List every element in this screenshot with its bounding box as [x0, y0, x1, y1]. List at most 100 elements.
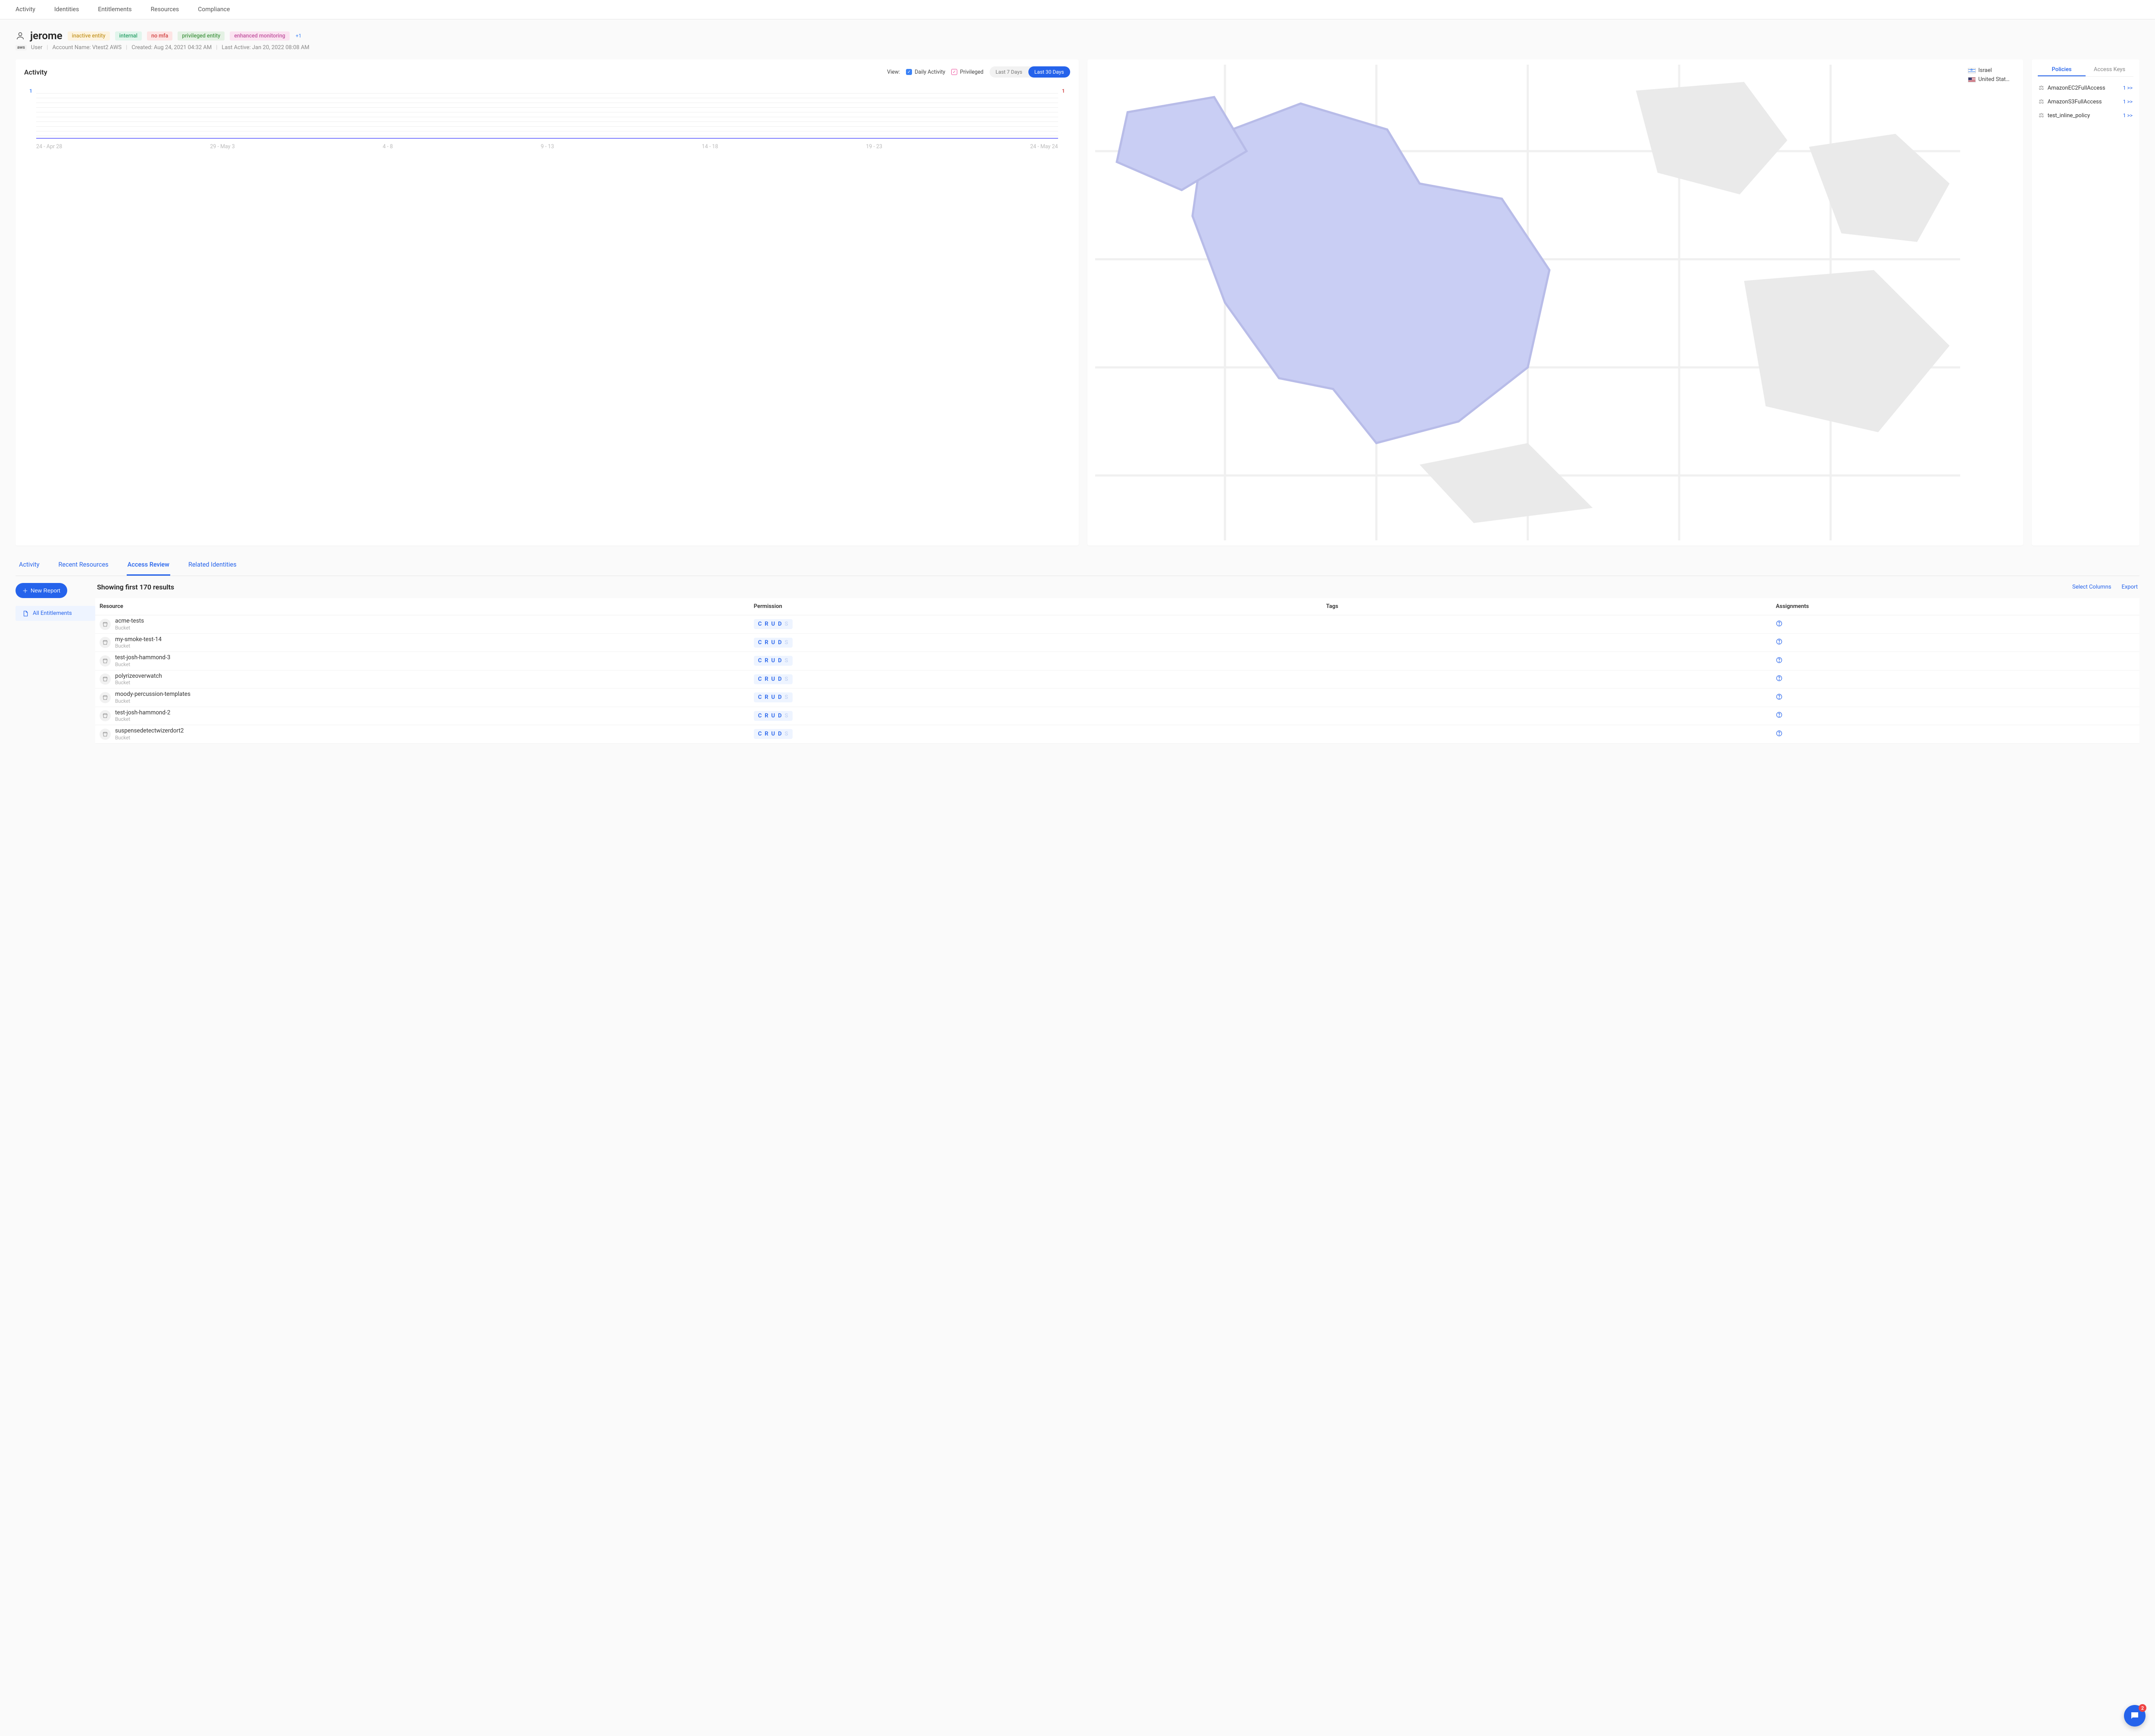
flag-israel-icon: [1968, 68, 1976, 73]
nav-resources[interactable]: Resources: [151, 0, 179, 19]
chart-y-left: 1: [29, 88, 32, 94]
resource-name: test-josh-hammond-3: [115, 655, 170, 661]
bucket-icon: [100, 655, 111, 667]
panel-activity: Activity View: ✓ Daily Activity ✓ Privil…: [16, 59, 1079, 545]
assignments-help-icon[interactable]: [1776, 658, 1783, 665]
policy-count-link[interactable]: 1 >>: [2123, 99, 2133, 105]
label-privileged: Privileged: [960, 69, 984, 75]
nav-activity[interactable]: Activity: [16, 0, 35, 19]
world-map[interactable]: [1095, 64, 1960, 541]
range-30-days[interactable]: Last 30 Days: [1028, 66, 1070, 78]
resource-name: suspensedetectwizerdort2: [115, 728, 184, 735]
tag-inactive-entity: inactive entity: [68, 31, 110, 41]
identity-last-active: Last Active: Jan 20, 2022 08:08 AM: [222, 44, 309, 51]
col-tags[interactable]: Tags: [1322, 598, 1771, 615]
table-row[interactable]: polyrizeoverwatch Bucket C R U D S: [95, 670, 2139, 689]
table-row[interactable]: my-smoke-test-14 Bucket C R U D S: [95, 633, 2139, 652]
col-permission[interactable]: Permission: [750, 598, 1322, 615]
checkbox-privileged[interactable]: ✓: [951, 69, 957, 75]
permission-badge[interactable]: C R U D S: [754, 638, 793, 648]
tag-internal: internal: [115, 31, 142, 41]
tab-related-identities[interactable]: Related Identities: [187, 555, 237, 576]
resource-name: test-josh-hammond-2: [115, 710, 170, 717]
new-report-button[interactable]: ＋ New Report: [16, 583, 67, 598]
resource-type: Bucket: [115, 679, 162, 686]
assignments-help-icon[interactable]: [1776, 621, 1783, 629]
provider-badge: aws: [16, 45, 27, 50]
sidebar-item-all-entitlements[interactable]: All Entitlements: [16, 606, 95, 621]
gavel-icon: ⚖: [2039, 84, 2044, 91]
tag-more[interactable]: +1: [296, 33, 302, 39]
flag-us-icon: [1968, 77, 1976, 82]
resource-type: Bucket: [115, 643, 162, 649]
chat-badge: 2: [2139, 1704, 2146, 1712]
user-icon: [16, 31, 25, 41]
col-assignments[interactable]: Assignments: [1771, 598, 2139, 615]
permission-badge[interactable]: C R U D S: [754, 619, 793, 629]
view-label: View:: [887, 69, 900, 75]
label-daily-activity: Daily Activity: [915, 69, 945, 75]
policy-row[interactable]: ⚖ AmazonS3FullAccess 1 >>: [2038, 95, 2133, 109]
assignments-help-icon[interactable]: [1776, 694, 1783, 702]
permission-badge[interactable]: C R U D S: [754, 656, 793, 666]
bucket-icon: [100, 673, 111, 685]
resource-type: Bucket: [115, 698, 191, 704]
chart-grid: [36, 93, 1058, 139]
tag-privileged-entity: privileged entity: [178, 31, 225, 41]
tag-no-mfa: no mfa: [147, 31, 172, 41]
tab-policies[interactable]: Policies: [2038, 64, 2086, 76]
identity-type: User: [31, 44, 42, 51]
resource-name: moody-percussion-templates: [115, 691, 191, 698]
permission-badge[interactable]: C R U D S: [754, 729, 793, 739]
tab-activity[interactable]: Activity: [18, 555, 40, 576]
identity-name: jerome: [30, 30, 62, 42]
tab-access-review[interactable]: Access Review: [127, 555, 170, 576]
country-item-united-states[interactable]: United Stat…: [1968, 76, 2015, 83]
policy-count-link[interactable]: 1 >>: [2123, 112, 2133, 118]
assignments-help-icon[interactable]: [1776, 639, 1783, 647]
table-row[interactable]: suspensedetectwizerdort2 Bucket C R U D …: [95, 725, 2139, 744]
bucket-icon: [100, 637, 111, 648]
permission-badge[interactable]: C R U D S: [754, 674, 793, 684]
tab-access-keys[interactable]: Access Keys: [2086, 64, 2133, 76]
activity-title: Activity: [24, 68, 47, 76]
resource-type: Bucket: [115, 735, 184, 741]
select-columns-link[interactable]: Select Columns: [2072, 584, 2111, 590]
policy-row[interactable]: ⚖ test_inline_policy 1 >>: [2038, 109, 2133, 122]
country-list: Israel United Stat…: [1968, 64, 2015, 541]
sidebar: ＋ New Report All Entitlements: [16, 583, 95, 744]
table-row[interactable]: acme-tests Bucket C R U D S: [95, 615, 2139, 634]
range-toggle: Last 7 Days Last 30 Days: [990, 66, 1070, 78]
resource-type: Bucket: [115, 716, 170, 722]
table-row[interactable]: test-josh-hammond-2 Bucket C R U D S: [95, 707, 2139, 725]
identity-account: Account Name: Vtest2 AWS: [53, 44, 122, 51]
permission-badge[interactable]: C R U D S: [754, 711, 793, 721]
assignments-help-icon[interactable]: [1776, 676, 1783, 683]
nav-identities[interactable]: Identities: [54, 0, 79, 19]
policy-row[interactable]: ⚖ AmazonEC2FullAccess 1 >>: [2038, 81, 2133, 95]
chart-y-right: 1: [1062, 88, 1065, 94]
assignments-help-icon[interactable]: [1776, 712, 1783, 720]
table-row[interactable]: moody-percussion-templates Bucket C R U …: [95, 689, 2139, 707]
policy-count-link[interactable]: 1 >>: [2123, 85, 2133, 91]
nav-compliance[interactable]: Compliance: [198, 0, 230, 19]
checkbox-daily-activity[interactable]: ✓: [906, 69, 912, 75]
tags-cell: [1322, 707, 1771, 725]
nav-entitlements[interactable]: Entitlements: [98, 0, 131, 19]
permission-badge[interactable]: C R U D S: [754, 692, 793, 702]
tab-recent-resources[interactable]: Recent Resources: [57, 555, 109, 576]
identity-subheader: aws User | Account Name: Vtest2 AWS | Cr…: [16, 44, 2139, 51]
activity-chart: 1 1 24 - Apr 28 29 - May 3 4 - 8 9 - 13 …: [24, 85, 1070, 150]
export-link[interactable]: Export: [2121, 584, 2138, 590]
chat-widget[interactable]: 2: [2124, 1705, 2146, 1727]
country-item-israel[interactable]: Israel: [1968, 67, 2015, 74]
results-title: Showing first 170 results: [97, 583, 174, 591]
panel-policies: Policies Access Keys ⚖ AmazonEC2FullAcce…: [2032, 59, 2139, 545]
table-row[interactable]: test-josh-hammond-3 Bucket C R U D S: [95, 652, 2139, 670]
gavel-icon: ⚖: [2039, 98, 2044, 105]
range-7-days[interactable]: Last 7 Days: [990, 66, 1028, 78]
col-resource[interactable]: Resource: [95, 598, 750, 615]
assignments-help-icon[interactable]: [1776, 731, 1783, 739]
resource-name: acme-tests: [115, 618, 144, 625]
tags-cell: [1322, 689, 1771, 707]
